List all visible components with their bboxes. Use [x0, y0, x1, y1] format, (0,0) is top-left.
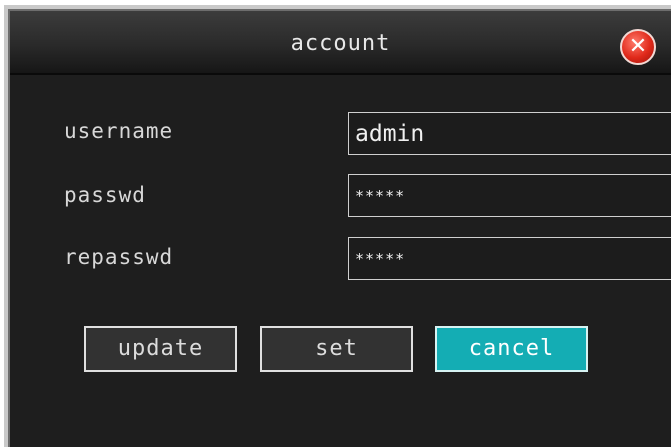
title-bar: account ✕ [10, 11, 671, 75]
repasswd-field[interactable] [348, 237, 671, 280]
dialog-title: account [290, 31, 391, 56]
cancel-button[interactable]: cancel [435, 326, 588, 372]
update-button[interactable]: update [84, 326, 237, 372]
account-dialog: account ✕ username passwd repasswd updat… [8, 9, 671, 447]
close-icon: ✕ [628, 34, 648, 59]
username-field[interactable] [348, 112, 671, 155]
username-label: username [64, 119, 174, 143]
passwd-field[interactable] [348, 174, 671, 217]
repasswd-label: repasswd [64, 245, 174, 269]
set-button[interactable]: set [260, 326, 413, 372]
passwd-label: passwd [64, 183, 146, 207]
close-button[interactable]: ✕ [620, 29, 656, 65]
